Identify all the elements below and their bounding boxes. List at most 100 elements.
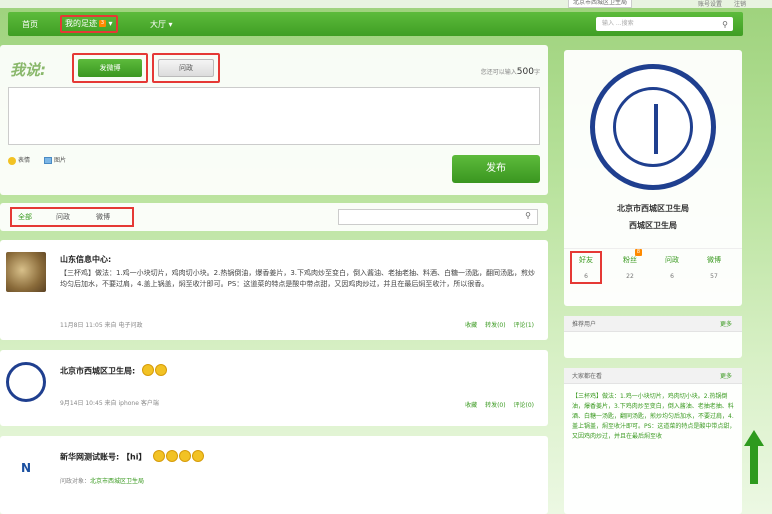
feed-post: 北京市西城区卫生局: 9月14日 10:45 来自 iphone 客户端 收藏 … xyxy=(0,350,548,426)
recommended-users-box: 推荐用户 更多 xyxy=(564,316,742,358)
feed-post: 山东信息中心: 【三杯鸡】做法：1.鸡一小块切片，鸡肉切小块。2.热锅倒油，爆香… xyxy=(0,240,548,340)
char-counter: 您还可以输入500字 xyxy=(481,67,540,77)
stat-label: 粉丝 xyxy=(623,256,637,264)
smiley-icon xyxy=(153,450,166,462)
nav-hall[interactable]: 大厅 ▾ xyxy=(146,17,177,33)
post-author: 新华网测试账号: 【hi】 xyxy=(60,450,205,464)
box-header: 大家都在看 更多 xyxy=(564,368,742,384)
filter-all[interactable]: 全部 xyxy=(18,212,32,222)
stat-label: 问政 xyxy=(665,256,679,264)
smiley-icon xyxy=(192,450,205,462)
logo-inner-ring xyxy=(613,87,693,167)
emoji-button[interactable]: 表情 xyxy=(8,155,30,165)
caduceus-icon xyxy=(654,104,658,154)
post-meta: 9月14日 10:45 来自 iphone 客户端 xyxy=(60,400,159,407)
stat-count: 22 xyxy=(626,273,634,280)
filter-weibo[interactable]: 微博 xyxy=(96,212,110,222)
search-placeholder: 输入 ...搜索 xyxy=(602,20,634,27)
smiley-icon xyxy=(142,364,154,376)
arrow-up-icon xyxy=(744,430,764,446)
profile-card: 北京市西城区卫生局 西城区卫生局 好友 6 8 粉丝 22 问政 6 微博 57 xyxy=(564,50,742,306)
tab-weibo[interactable]: 发微博 xyxy=(78,59,142,77)
stat-count: 6 xyxy=(584,273,588,280)
forward-link[interactable]: 转发(0) xyxy=(485,322,506,329)
stat-weibo[interactable]: 微博 57 xyxy=(698,255,730,280)
nav-my-footprint-label: 我的足迹 xyxy=(65,19,97,28)
post-author[interactable]: 山东信息中心: xyxy=(60,254,111,265)
target-link[interactable]: 北京市西城区卫生局 xyxy=(90,478,144,485)
post-actions: 收藏 转发(0) 评论(0) xyxy=(459,400,534,409)
image-label: 图片 xyxy=(54,157,67,164)
nav-search-input[interactable]: 输入 ...搜索 ⚲ xyxy=(596,17,733,31)
post-meta: 11月8日 11:05 来自 电子问政 xyxy=(60,322,143,329)
search-icon[interactable]: ⚲ xyxy=(525,211,531,220)
region-label[interactable]: 北京市西城区卫生局 xyxy=(567,0,632,8)
post-author-name[interactable]: 新华网测试账号: xyxy=(60,453,119,462)
post-actions: 收藏 转发(0) 评论(1) xyxy=(459,320,534,329)
comment-link[interactable]: 评论(1) xyxy=(514,322,535,329)
top-bar: 北京市西城区卫生局 账号设置 注销 xyxy=(0,0,772,8)
smiley-icon xyxy=(179,450,192,462)
counter-suffix: 字 xyxy=(533,69,540,76)
smiley-icon xyxy=(166,450,179,462)
more-link[interactable]: 更多 xyxy=(720,371,732,380)
post-author-name[interactable]: 北京市西城区卫生局: xyxy=(60,367,135,376)
smiley-icon xyxy=(155,364,167,376)
avatar[interactable] xyxy=(6,252,46,292)
meta-prefix: 问政对象： xyxy=(60,478,91,485)
tab-ask-highlight: 问政 xyxy=(152,53,220,83)
nav-home[interactable]: 首页 xyxy=(18,17,42,33)
avatar[interactable] xyxy=(6,362,46,402)
comment-link[interactable]: 评论(0) xyxy=(514,402,535,409)
composer-panel: 我说: 发微博 问政 您还可以输入500字 表情 图片 发布 xyxy=(0,45,548,195)
more-link[interactable]: 更多 xyxy=(720,319,732,328)
image-button[interactable]: 图片 xyxy=(44,155,66,164)
logout-link[interactable]: 注销 xyxy=(734,1,746,8)
forward-link[interactable]: 转发(0) xyxy=(485,402,506,409)
notification-badge: 3 xyxy=(99,20,106,27)
filter-tabs: 全部 问政 微博 xyxy=(10,207,134,227)
back-to-top-button[interactable] xyxy=(744,430,764,484)
stat-label: 好友 xyxy=(579,256,593,264)
feed-search-input[interactable]: ⚲ xyxy=(338,209,538,225)
box-title: 推荐用户 xyxy=(572,321,597,328)
favorite-link[interactable]: 收藏 xyxy=(465,322,477,329)
post-content: 【三杯鸡】做法：1.鸡一小块切片，鸡肉切小块。2.热锅倒油，爆香姜片，3.下鸡肉… xyxy=(60,269,536,288)
emoji-group xyxy=(153,450,205,464)
publish-button[interactable]: 发布 xyxy=(452,155,540,183)
counter-value: 500 xyxy=(516,67,534,77)
account-settings-link[interactable]: 账号设置 xyxy=(698,1,722,8)
image-icon xyxy=(44,157,52,164)
profile-stats: 好友 6 8 粉丝 22 问政 6 微博 57 xyxy=(564,248,742,292)
filter-ask[interactable]: 问政 xyxy=(56,212,70,222)
favorite-link[interactable]: 收藏 xyxy=(465,402,477,409)
nav-my-footprint[interactable]: 我的足迹 3 ▾ xyxy=(60,15,118,33)
avatar[interactable]: N xyxy=(6,448,46,488)
search-icon[interactable]: ⚲ xyxy=(722,18,728,32)
main-nav: 首页 我的足迹 3 ▾ 大厅 ▾ 输入 ...搜索 ⚲ xyxy=(8,12,743,36)
compose-textarea[interactable] xyxy=(8,87,540,145)
stat-ask[interactable]: 问政 6 xyxy=(656,255,688,280)
health-bureau-logo xyxy=(590,64,716,190)
stat-count: 57 xyxy=(710,273,718,280)
trending-text[interactable]: 【三杯鸡】做法：1.鸡一小块切片，鸡肉切小块。2.热锅倒油，爆香姜片，3.下鸡肉… xyxy=(572,392,738,442)
tab-weibo-highlight: 发微博 xyxy=(72,53,148,83)
fans-badge: 8 xyxy=(635,249,642,256)
stat-label: 微博 xyxy=(707,256,721,264)
filter-bar: 全部 问政 微博 ⚲ xyxy=(0,203,548,231)
post-meta: 问政对象：北京市西城区卫生局 xyxy=(60,476,144,485)
top-links: 账号设置 注销 xyxy=(688,0,746,8)
box-header: 推荐用户 更多 xyxy=(564,316,742,332)
profile-short-name: 西城区卫生局 xyxy=(629,221,677,230)
box-title: 大家都在看 xyxy=(572,373,603,380)
stat-fans[interactable]: 8 粉丝 22 xyxy=(614,249,646,280)
emoji-label: 表情 xyxy=(18,157,31,164)
profile-name: 北京市西城区卫生局 xyxy=(617,204,689,213)
stat-friends[interactable]: 好友 6 xyxy=(570,251,602,284)
chevron-down-icon: ▾ xyxy=(108,19,113,28)
tab-ask[interactable]: 问政 xyxy=(158,59,214,77)
post-author: 北京市西城区卫生局: xyxy=(60,364,168,378)
smiley-icon xyxy=(8,156,16,165)
feed-post: N 新华网测试账号: 【hi】 问政对象：北京市西城区卫生局 xyxy=(0,436,548,514)
post-tag: 【hi】 xyxy=(122,452,147,462)
